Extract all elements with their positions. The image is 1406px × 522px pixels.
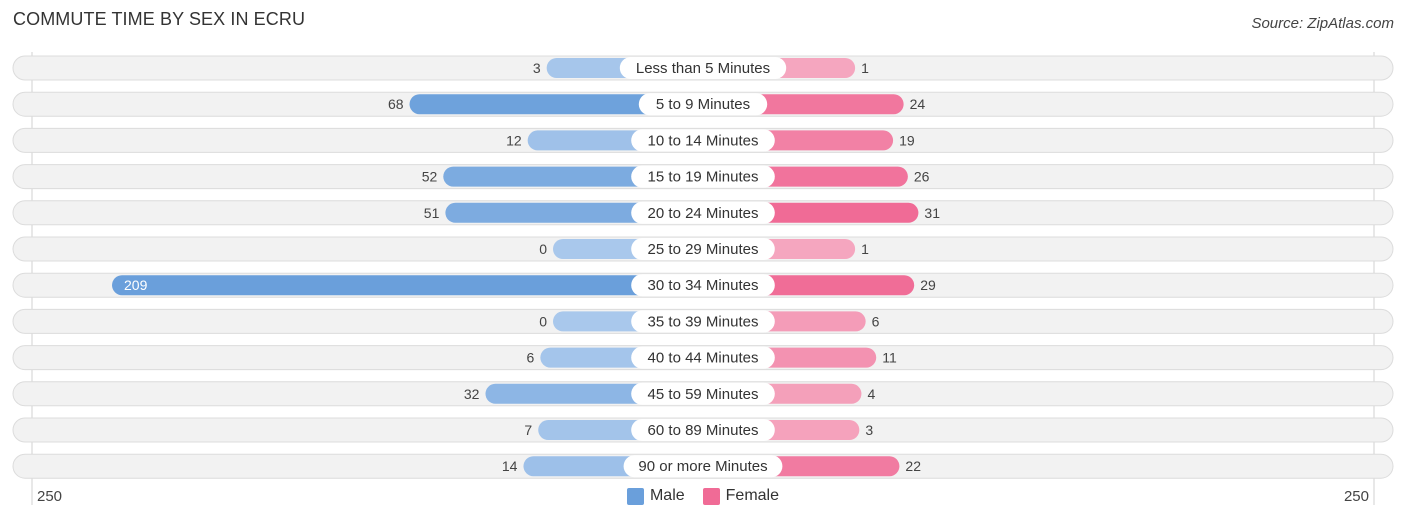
- value-label-female: 1: [861, 241, 869, 257]
- category-label: Less than 5 Minutes: [636, 60, 770, 77]
- value-label-female: 24: [910, 96, 926, 112]
- category-label: 40 to 44 Minutes: [648, 350, 759, 367]
- value-label-female: 4: [867, 386, 875, 402]
- value-label-male: 3: [533, 60, 541, 76]
- legend-swatch-female: [702, 487, 720, 505]
- category-label: 10 to 14 Minutes: [648, 132, 759, 149]
- value-label-male: 0: [539, 241, 547, 257]
- legend: Male Female: [0, 487, 1406, 505]
- category-label: 15 to 19 Minutes: [648, 169, 759, 186]
- category-label: 90 or more Minutes: [638, 458, 767, 475]
- legend-item-female[interactable]: Female: [702, 487, 780, 505]
- value-label-male: 6: [527, 350, 535, 366]
- value-label-female: 31: [924, 205, 940, 221]
- value-label-male: 68: [388, 96, 404, 112]
- bar-male: [112, 275, 703, 296]
- value-label-male: 12: [506, 132, 522, 148]
- value-label-female: 3: [865, 422, 873, 438]
- value-label-female: 29: [920, 277, 936, 293]
- legend-swatch-male: [626, 487, 644, 505]
- value-label-male: 14: [502, 458, 518, 474]
- value-label-male: 0: [539, 313, 547, 329]
- category-label: 60 to 89 Minutes: [648, 422, 759, 439]
- value-label-male: 51: [424, 205, 440, 221]
- value-label-male: 209: [124, 277, 148, 293]
- value-label-female: 1: [861, 60, 869, 76]
- value-label-female: 11: [882, 350, 897, 366]
- category-label: 20 to 24 Minutes: [648, 205, 759, 222]
- value-label-male: 7: [524, 422, 532, 438]
- category-label: 35 to 39 Minutes: [648, 313, 759, 330]
- category-label: 30 to 34 Minutes: [648, 277, 759, 294]
- value-label-female: 19: [899, 132, 915, 148]
- legend-item-male[interactable]: Male: [626, 487, 685, 505]
- value-label-male: 32: [464, 386, 480, 402]
- value-label-female: 6: [872, 313, 880, 329]
- value-label-male: 52: [422, 169, 438, 185]
- category-label: 25 to 29 Minutes: [648, 241, 759, 258]
- chart-canvas: 3 1Less than 5 Minutes68 245 to 9 Minutes1…: [12, 52, 1394, 505]
- category-label: 45 to 59 Minutes: [648, 386, 759, 403]
- value-label-female: 26: [914, 169, 930, 185]
- category-label: 5 to 9 Minutes: [656, 96, 750, 113]
- value-label-female: 22: [905, 458, 921, 474]
- legend-label-female: Female: [725, 487, 780, 504]
- legend-label-male: Male: [649, 487, 685, 504]
